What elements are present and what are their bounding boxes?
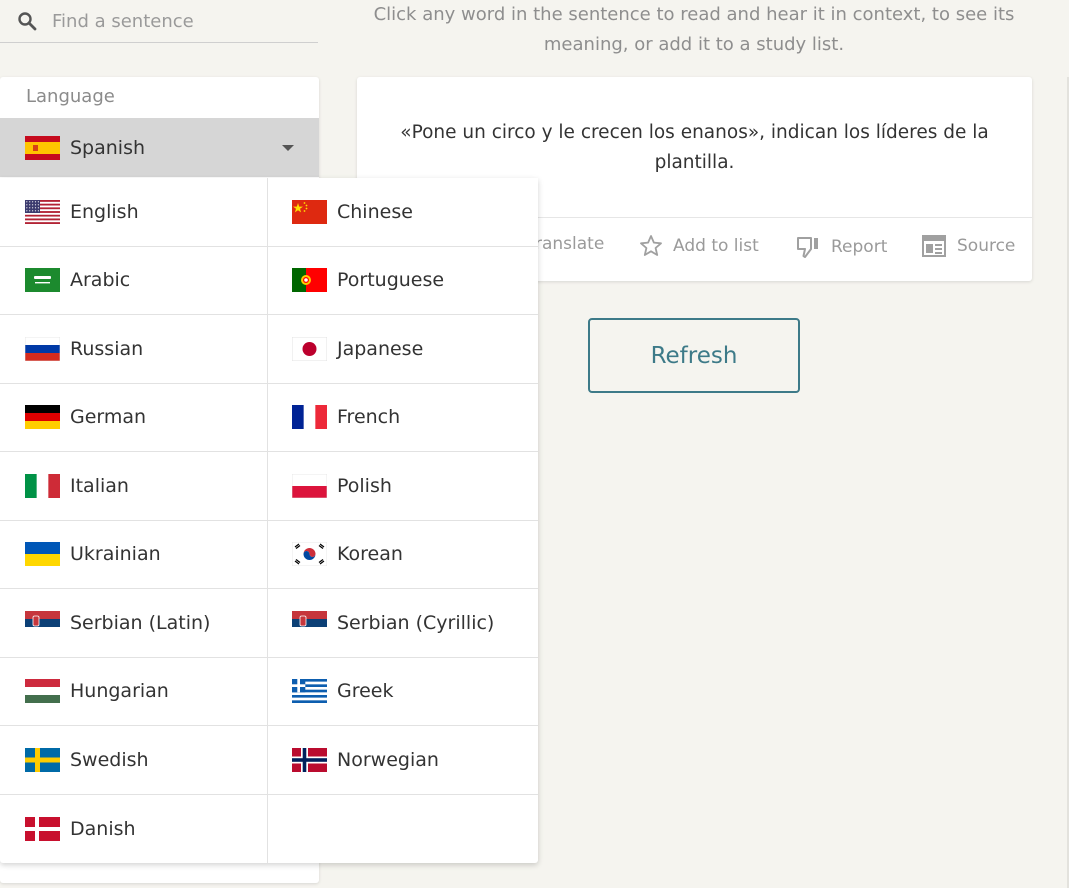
language-option-label: Hungarian: [70, 680, 169, 703]
flag-pt-icon: [292, 268, 327, 293]
language-option-hungarian[interactable]: Hungarian: [0, 657, 268, 726]
flag-se-icon: [25, 747, 60, 772]
language-option-label: Serbian (Cyrillic): [337, 611, 495, 634]
selected-language: Spanish: [70, 136, 146, 159]
flag-hu-icon: [25, 679, 60, 704]
language-option-greek[interactable]: Greek: [268, 658, 538, 726]
language-option-swedish[interactable]: Swedish: [0, 726, 268, 795]
language-option-polish[interactable]: Polish: [268, 452, 538, 521]
translate-button[interactable]: ranslate: [535, 234, 604, 254]
language-option-label: French: [337, 406, 401, 429]
flag-fr-icon: [292, 405, 327, 430]
flag-gr-icon: [292, 679, 327, 704]
instructions-text: Click any word in the sentence to read a…: [373, 4, 1015, 55]
language-option-label: English: [70, 200, 139, 223]
star-icon: [640, 235, 662, 256]
language-option-label: Swedish: [70, 748, 149, 771]
source-label: Source: [957, 236, 1016, 256]
search-input[interactable]: [52, 10, 302, 32]
language-option-label: Serbian (Latin): [70, 611, 211, 634]
language-option-label: Danish: [70, 817, 136, 840]
source-button[interactable]: Source: [921, 234, 1015, 258]
caret-down-icon: [282, 145, 294, 151]
language-dropdown: English Chinese Arabic Portuguese Russian Jap…: [0, 178, 538, 863]
language-option-portuguese[interactable]: Portuguese: [268, 247, 538, 315]
flag-de-icon: [25, 405, 60, 430]
language-option-french[interactable]: French: [268, 384, 538, 452]
language-option-danish[interactable]: Danish: [0, 794, 268, 863]
refresh-button[interactable]: Refresh: [588, 318, 800, 393]
language-option-label: German: [70, 406, 147, 429]
language-option-english[interactable]: English: [0, 178, 268, 247]
flag-ua-icon: [25, 542, 60, 567]
language-option-russian[interactable]: Russian: [0, 315, 268, 384]
language-option-label: Japanese: [337, 337, 424, 360]
flag-ru-icon: [25, 336, 60, 361]
language-option-japanese[interactable]: Japanese: [268, 315, 538, 384]
language-option-label: Ukrainian: [70, 543, 161, 566]
source-icon: [922, 235, 946, 257]
report-button[interactable]: Report: [795, 234, 887, 260]
language-option-label: Arabic: [70, 269, 131, 292]
flag-kr-icon: [292, 542, 327, 567]
language-option-label: Norwegian: [337, 748, 439, 771]
search-bar[interactable]: [0, 0, 318, 43]
flag-it-icon: [25, 473, 60, 498]
language-option-norwegian[interactable]: Norwegian: [268, 726, 538, 795]
language-option-label: Portuguese: [337, 269, 445, 292]
language-option-ukrainian[interactable]: Ukrainian: [0, 520, 268, 589]
language-option-serbian-latin[interactable]: Serbian (Latin): [0, 589, 268, 658]
language-option-label: Korean: [337, 543, 403, 566]
language-option-label: Italian: [70, 474, 129, 497]
language-option-italian[interactable]: Italian: [0, 452, 268, 521]
language-option-korean[interactable]: Korean: [268, 521, 538, 589]
empty-cell: [268, 795, 538, 864]
language-option-chinese[interactable]: Chinese: [268, 178, 538, 247]
flag-us-icon: [25, 199, 60, 224]
flag-rs-icon: [25, 610, 60, 635]
flag-no-icon: [292, 747, 327, 772]
report-label: Report: [831, 237, 888, 257]
language-option-label: Chinese: [337, 200, 413, 223]
add-to-list-label: Add to list: [673, 236, 759, 256]
language-option-arabic[interactable]: Arabic: [0, 246, 268, 315]
language-option-label: Greek: [337, 680, 394, 703]
language-option-label: Polish: [337, 474, 392, 497]
language-option-german[interactable]: German: [0, 383, 268, 452]
thumbs-down-icon: [797, 237, 818, 258]
language-select[interactable]: Spanish: [0, 118, 319, 177]
flag-jp-icon: [292, 336, 327, 361]
language-option-label: Russian: [70, 337, 144, 360]
flag-pl-icon: [292, 473, 327, 498]
flag-es-icon: [25, 135, 60, 160]
flag-dk-icon: [25, 816, 60, 841]
language-option-serbian-cyrillic[interactable]: Serbian (Cyrillic): [268, 589, 538, 658]
translate-label: ranslate: [535, 234, 605, 254]
search-icon: [16, 10, 38, 32]
language-label: Language: [26, 86, 115, 107]
flag-sa-icon: [25, 268, 60, 293]
add-to-list-button[interactable]: Add to list: [639, 234, 759, 258]
flag-rs-icon: [292, 610, 327, 635]
flag-cn-icon: [292, 199, 327, 224]
sentence-text[interactable]: «Pone un circo y le crecen los enanos», …: [381, 118, 1008, 178]
